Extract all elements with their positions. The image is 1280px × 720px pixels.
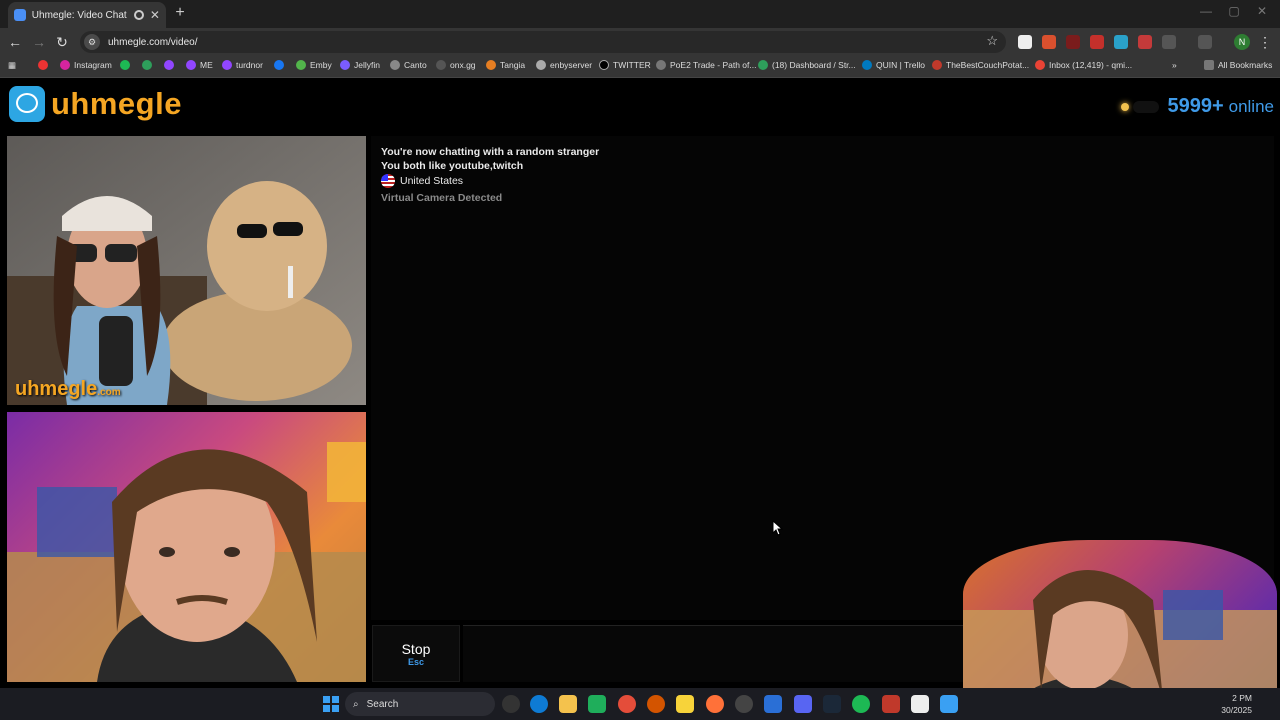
- online-counter: 5999+ online: [1121, 95, 1274, 118]
- bookmark-star-icon[interactable]: ☆: [986, 33, 998, 49]
- window-close-icon[interactable]: ✕: [1252, 4, 1272, 18]
- bookmark-tangia[interactable]: Tangia: [486, 60, 525, 70]
- spotify-icon[interactable]: [852, 695, 870, 713]
- new-tab-button[interactable]: +: [170, 4, 190, 24]
- uhmegle-logo[interactable]: uhmegle: [9, 86, 182, 122]
- clock-time: 2 PM: [1232, 693, 1252, 703]
- profile-avatar[interactable]: N: [1234, 34, 1250, 50]
- chrome-icon[interactable]: [618, 695, 636, 713]
- search-label: Search: [366, 698, 399, 710]
- steam-icon[interactable]: [823, 695, 841, 713]
- search-icon: ⌕: [353, 698, 359, 710]
- bookmark-onx[interactable]: onx.gg: [436, 60, 476, 70]
- bookmark-canto[interactable]: Canto: [390, 60, 427, 70]
- play-app-icon[interactable]: [588, 695, 606, 713]
- bookmarks-bar: ▦ Instagram ME turdnor Emby Jellyfin Can…: [0, 56, 1280, 78]
- bookmark-enbyserver[interactable]: enbyserver: [536, 60, 592, 70]
- bookmark-poe2-trade[interactable]: PoE2 Trade - Path of...: [656, 60, 756, 70]
- chat-bubble-icon: [9, 86, 45, 122]
- extension-red-icon[interactable]: [1066, 35, 1080, 49]
- bookmark-turdnor[interactable]: turdnor: [222, 60, 263, 70]
- address-bar[interactable]: ⚙ uhmegle.com/video/ ☆: [80, 31, 1006, 53]
- tab-title: Uhmegle: Video Chat | Ran...: [31, 9, 128, 21]
- system-clock[interactable]: 2 PM 30/2025: [1221, 692, 1252, 716]
- forward-button[interactable]: →: [30, 33, 48, 51]
- country-label: United States: [400, 175, 464, 187]
- url-text: uhmegle.com/video/: [108, 36, 198, 48]
- notepad-icon[interactable]: [940, 695, 958, 713]
- clock-date: 30/2025: [1221, 705, 1252, 715]
- apps-grid-icon[interactable]: ▦: [8, 60, 16, 71]
- shared-interests-message: You both like youtube,twitch: [381, 160, 524, 172]
- extensions-puzzle-icon[interactable]: [1162, 35, 1176, 49]
- status-dot-icon: [1121, 102, 1130, 111]
- stranger-video-frame: [7, 136, 366, 405]
- edge-icon[interactable]: [530, 695, 548, 713]
- maximize-icon[interactable]: ▢: [1224, 4, 1244, 18]
- online-label: online: [1228, 97, 1274, 116]
- bookmark-emby[interactable]: Emby: [296, 60, 332, 70]
- bookmark-jellyfin[interactable]: Jellyfin: [340, 60, 380, 70]
- bookmarks-overflow-icon[interactable]: »: [1172, 60, 1177, 70]
- extension-k-icon[interactable]: [1018, 35, 1032, 49]
- bookmark-couchpotato[interactable]: TheBestCouchPotat...: [932, 60, 1029, 70]
- mouse-cursor-icon: [772, 520, 784, 536]
- extension-shield-icon[interactable]: [1138, 35, 1152, 49]
- extension-blue-icon[interactable]: [1114, 35, 1128, 49]
- bookmark-facebook[interactable]: [274, 60, 284, 70]
- app-icon[interactable]: [764, 695, 782, 713]
- firefox-icon[interactable]: [706, 695, 724, 713]
- bookmark-spotify[interactable]: [120, 60, 130, 70]
- windows-taskbar: ⌕ Search 2 PM 30/2025: [0, 688, 1280, 720]
- all-bookmarks-folder[interactable]: All Bookmarks: [1204, 60, 1272, 70]
- bookmark-green[interactable]: [142, 60, 152, 70]
- close-tab-icon[interactable]: ✕: [150, 8, 160, 22]
- watermark: uhmegle.com: [15, 378, 121, 400]
- stranger-location: United States: [381, 174, 1274, 188]
- extension-youtube-icon[interactable]: [1090, 35, 1104, 49]
- bookmark-dashboard[interactable]: (18) Dashboard / Str...: [758, 60, 856, 70]
- back-button[interactable]: ←: [6, 33, 24, 51]
- minimize-icon[interactable]: —: [1196, 4, 1216, 18]
- bookmark-inbox[interactable]: Inbox (12,419) - qmi...: [1035, 60, 1132, 70]
- taskbar-app-icon[interactable]: [502, 695, 520, 713]
- logo-text: uhmegle: [51, 86, 182, 121]
- tab-strip: Uhmegle: Video Chat | Ran... ✕ + — ▢ ✕: [0, 0, 1280, 28]
- bookmark-trello[interactable]: QUIN | Trello: [862, 60, 925, 70]
- bookmark-twitter[interactable]: TWITTER: [599, 60, 651, 70]
- browser-toolbar: ← → ↻ ⚙ uhmegle.com/video/ ☆ N ⋮: [0, 28, 1280, 56]
- virtual-camera-notice: Virtual Camera Detected: [381, 192, 503, 204]
- stranger-video: uhmegle.com: [7, 136, 366, 405]
- bookmark-instagram[interactable]: Instagram: [60, 60, 112, 70]
- app-red-icon[interactable]: [882, 695, 900, 713]
- extension-fox-icon[interactable]: [1042, 35, 1056, 49]
- taskbar-search[interactable]: ⌕ Search: [345, 692, 495, 716]
- system-message: You're now chatting with a random strang…: [381, 146, 600, 158]
- recording-icon: [134, 10, 144, 20]
- side-panel-icon[interactable]: [1198, 35, 1212, 49]
- us-flag-icon: [381, 174, 395, 188]
- stop-label: Stop: [401, 640, 431, 657]
- site-info-icon[interactable]: ⚙: [84, 34, 100, 50]
- file-explorer-icon[interactable]: [559, 695, 577, 713]
- menu-icon[interactable]: ⋮: [1256, 33, 1274, 51]
- discord-icon[interactable]: [794, 695, 812, 713]
- theme-toggle[interactable]: [1133, 100, 1160, 113]
- obs-icon[interactable]: [735, 695, 753, 713]
- stop-shortcut: Esc: [407, 656, 424, 667]
- browser-tab[interactable]: Uhmegle: Video Chat | Ran... ✕: [8, 2, 166, 28]
- site-favicon-icon: [14, 9, 26, 21]
- start-button[interactable]: [323, 696, 339, 712]
- reload-button[interactable]: ↻: [53, 33, 71, 51]
- self-video-frame: [7, 442, 366, 682]
- bookmark-twitch[interactable]: [164, 60, 174, 70]
- sticky-notes-icon[interactable]: [676, 695, 694, 713]
- online-count: 5999+: [1167, 95, 1224, 117]
- bookmark-youtube[interactable]: [38, 60, 48, 70]
- bookmark-me[interactable]: ME: [186, 60, 213, 70]
- basketball-app-icon[interactable]: [647, 695, 665, 713]
- self-video: [7, 412, 366, 682]
- stop-button[interactable]: Stop Esc: [372, 625, 460, 682]
- capcut-icon[interactable]: [911, 695, 929, 713]
